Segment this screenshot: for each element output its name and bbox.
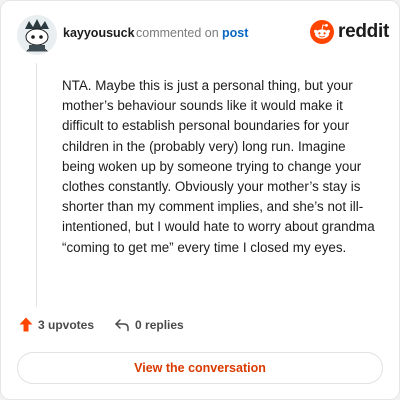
comment-card: kayyousuck commented on post reddit NTA.… [0,0,400,400]
commented-on-text: commented on [136,26,219,40]
reply-button[interactable]: 0 replies [114,318,184,332]
username[interactable]: kayyousuck [63,26,135,40]
comment-actions: 3 upvotes 0 replies [19,317,184,332]
view-conversation-button[interactable]: View the conversation [17,352,383,384]
reddit-wordmark: reddit [338,21,389,42]
upvote-arrow-icon [19,317,33,332]
reddit-snoo-icon [310,20,334,44]
post-link[interactable]: post [222,26,248,40]
user-avatar[interactable] [17,15,57,55]
thread-line [36,63,37,307]
replies-count: 0 replies [135,317,184,332]
comment-body: NTA. Maybe this is just a personal thing… [62,78,375,255]
reddit-logo[interactable]: reddit [310,20,389,44]
upvote-button[interactable]: 3 upvotes [19,317,94,332]
reply-arrow-icon [115,318,129,331]
snoo-avatar-icon [17,15,57,55]
upvotes-count: 3 upvotes [38,317,95,332]
